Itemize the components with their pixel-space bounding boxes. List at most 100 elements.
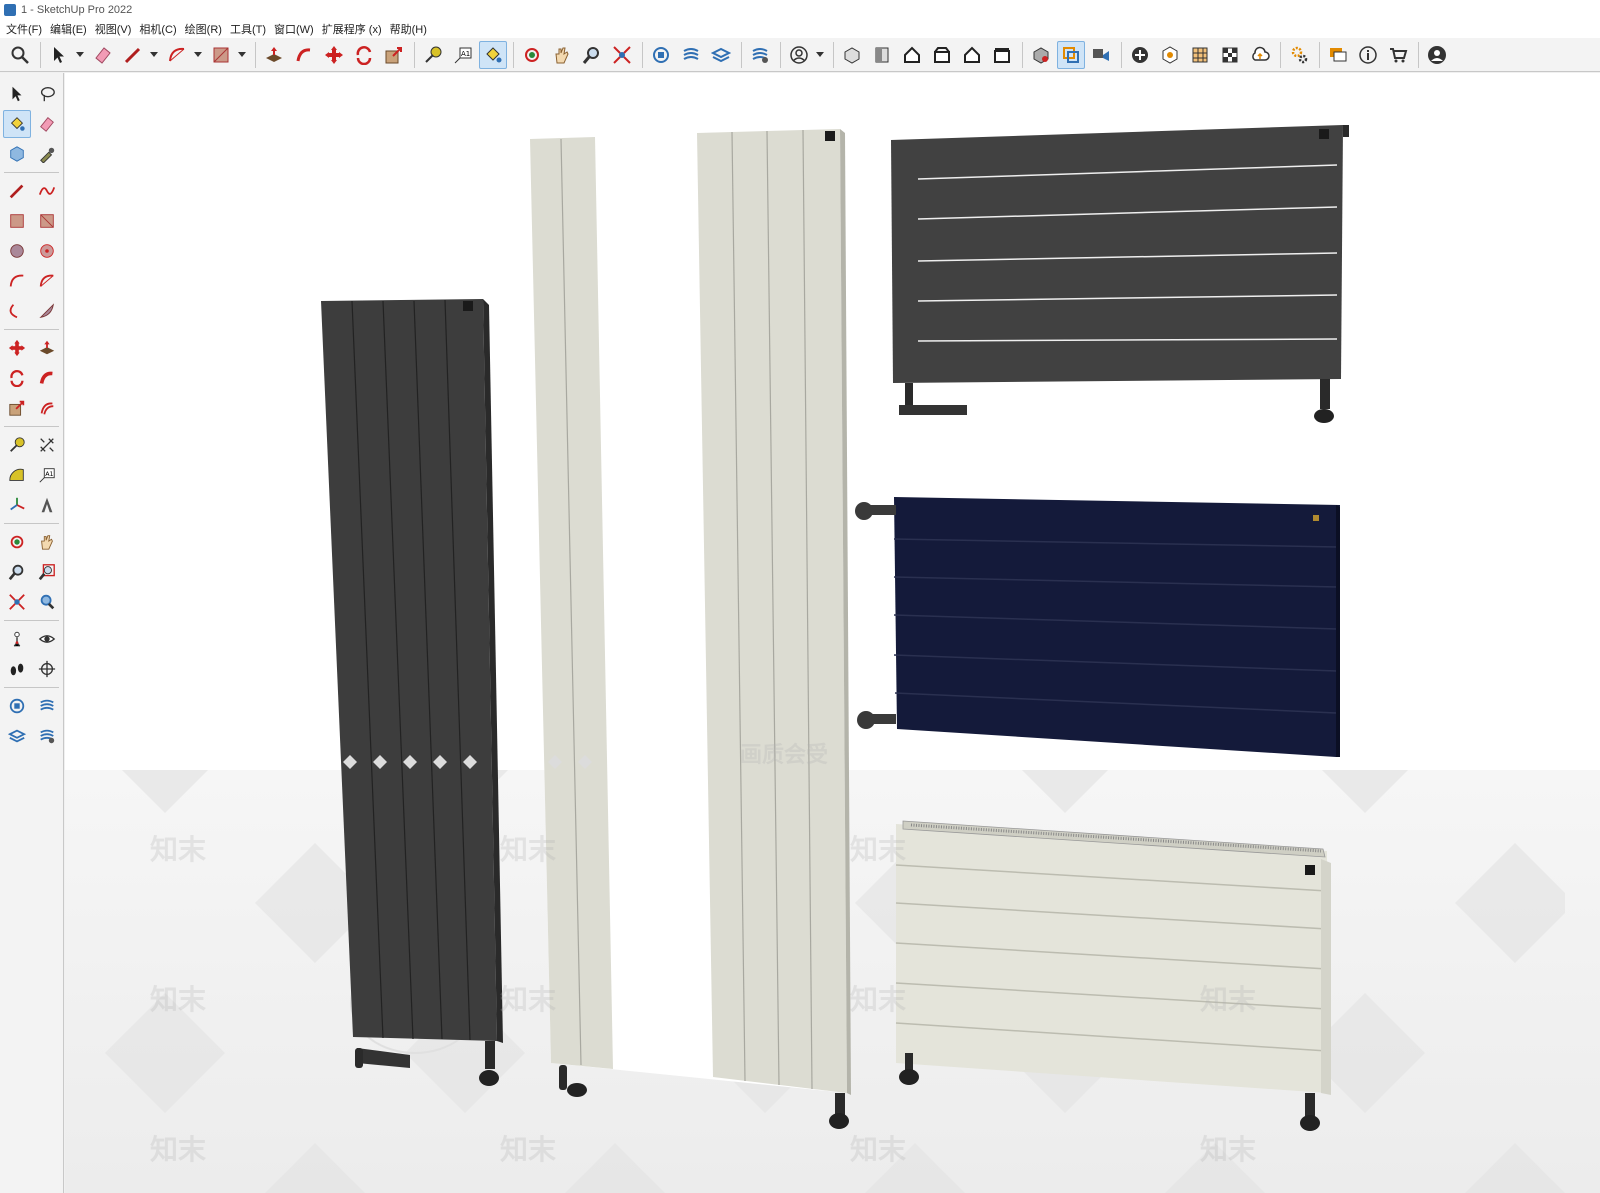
add-location-icon[interactable] bbox=[1126, 41, 1154, 69]
left-view-icon[interactable] bbox=[988, 41, 1016, 69]
scale-icon[interactable] bbox=[3, 394, 31, 422]
orbit-icon[interactable] bbox=[518, 41, 546, 69]
dimension-icon[interactable] bbox=[33, 431, 61, 459]
cart-icon[interactable] bbox=[1384, 41, 1412, 69]
outer-shell-icon[interactable] bbox=[1057, 40, 1085, 69]
orbit-icon[interactable] bbox=[3, 528, 31, 556]
pan-icon[interactable] bbox=[548, 41, 576, 69]
warehouse-icon[interactable] bbox=[3, 692, 31, 720]
texture-icon[interactable] bbox=[1186, 41, 1214, 69]
offset-icon[interactable] bbox=[33, 394, 61, 422]
follow-me-icon[interactable] bbox=[33, 364, 61, 392]
comment-icon[interactable] bbox=[1324, 41, 1352, 69]
top-view-icon[interactable] bbox=[868, 41, 896, 69]
menu-edit[interactable]: 编辑(E) bbox=[48, 21, 93, 37]
chevron-down-icon[interactable] bbox=[193, 41, 203, 69]
iso-view-icon[interactable] bbox=[838, 41, 866, 69]
info-icon[interactable] bbox=[1354, 41, 1382, 69]
push-pull-icon[interactable] bbox=[260, 41, 288, 69]
scale-icon[interactable] bbox=[380, 41, 408, 69]
menu-camera[interactable]: 相机(C) bbox=[137, 21, 182, 37]
pie-icon[interactable] bbox=[33, 297, 61, 325]
right-view-icon[interactable] bbox=[928, 41, 956, 69]
checker-icon[interactable] bbox=[1216, 41, 1244, 69]
tape-measure-icon[interactable] bbox=[419, 41, 447, 69]
radiator-horizontal-grey[interactable] bbox=[891, 125, 1349, 423]
lasso-icon[interactable] bbox=[33, 80, 61, 108]
solid-tools-icon[interactable] bbox=[1027, 41, 1055, 69]
pan-icon[interactable] bbox=[33, 528, 61, 556]
three-point-arc-icon[interactable] bbox=[3, 297, 31, 325]
arc-icon[interactable] bbox=[163, 41, 191, 69]
menu-extensions[interactable]: 扩展程序 (x) bbox=[320, 21, 388, 37]
menu-help[interactable]: 帮助(H) bbox=[388, 21, 433, 37]
walk-icon[interactable] bbox=[3, 655, 31, 683]
zoom-icon[interactable] bbox=[578, 41, 606, 69]
text-icon[interactable]: A1 bbox=[33, 461, 61, 489]
arc-icon[interactable] bbox=[3, 267, 31, 295]
select-icon[interactable] bbox=[3, 80, 31, 108]
section-plane-icon[interactable] bbox=[33, 655, 61, 683]
cloud-icon[interactable] bbox=[1246, 41, 1274, 69]
position-camera-icon[interactable] bbox=[3, 625, 31, 653]
account-icon[interactable] bbox=[1423, 41, 1451, 69]
menu-file[interactable]: 文件(F) bbox=[4, 21, 48, 37]
intersect-icon[interactable] bbox=[1087, 41, 1115, 69]
menu-tools[interactable]: 工具(T) bbox=[228, 21, 272, 37]
style-builder-icon[interactable] bbox=[33, 722, 61, 750]
tape-measure-icon[interactable] bbox=[3, 431, 31, 459]
radiator-horizontal-navy[interactable] bbox=[855, 497, 1340, 757]
rotate-icon[interactable] bbox=[3, 364, 31, 392]
move-icon[interactable] bbox=[3, 334, 31, 362]
rotate-icon[interactable] bbox=[350, 41, 378, 69]
chevron-down-icon[interactable] bbox=[815, 41, 825, 69]
axes-icon[interactable] bbox=[3, 491, 31, 519]
paint-bucket-icon[interactable] bbox=[3, 110, 31, 138]
style-builder-icon[interactable] bbox=[746, 41, 774, 69]
chevron-down-icon[interactable] bbox=[237, 41, 247, 69]
extension-warehouse-icon[interactable] bbox=[677, 41, 705, 69]
user-icon[interactable] bbox=[785, 41, 813, 69]
layout-icon[interactable] bbox=[707, 41, 735, 69]
pencil-icon[interactable] bbox=[3, 177, 31, 205]
paint-bucket-icon[interactable] bbox=[479, 40, 507, 69]
eraser-icon[interactable] bbox=[33, 110, 61, 138]
rotated-rectangle-icon[interactable] bbox=[33, 207, 61, 235]
text-icon[interactable]: A1 bbox=[449, 41, 477, 69]
push-pull-icon[interactable] bbox=[33, 334, 61, 362]
circle-icon[interactable] bbox=[3, 237, 31, 265]
follow-me-icon[interactable] bbox=[290, 41, 318, 69]
warehouse-icon[interactable] bbox=[647, 41, 675, 69]
select-icon[interactable] bbox=[45, 41, 73, 69]
rectangle-icon[interactable] bbox=[3, 207, 31, 235]
zoom-window-icon[interactable] bbox=[33, 558, 61, 586]
menu-view[interactable]: 视图(V) bbox=[93, 21, 138, 37]
menu-draw[interactable]: 绘图(R) bbox=[183, 21, 228, 37]
3d-text-icon[interactable] bbox=[33, 491, 61, 519]
component-icon[interactable] bbox=[3, 140, 31, 168]
model-viewport[interactable]: 知末 知末 知末 知末 知末 知末 知末 知末 知末 知末 知末 画质会受 bbox=[65, 73, 1600, 1193]
zoom-extents-icon[interactable] bbox=[608, 41, 636, 69]
zoom-icon[interactable] bbox=[3, 558, 31, 586]
chevron-down-icon[interactable] bbox=[149, 41, 159, 69]
extension-warehouse-icon[interactable] bbox=[33, 692, 61, 720]
search-icon[interactable] bbox=[6, 41, 34, 69]
menu-window[interactable]: 窗口(W) bbox=[272, 21, 320, 37]
eraser-icon[interactable] bbox=[89, 41, 117, 69]
move-icon[interactable] bbox=[320, 41, 348, 69]
sandbox-icon[interactable] bbox=[1156, 41, 1184, 69]
chevron-down-icon[interactable] bbox=[75, 41, 85, 69]
layout-icon[interactable] bbox=[3, 722, 31, 750]
pencil-icon[interactable] bbox=[119, 41, 147, 69]
previous-view-icon[interactable] bbox=[33, 588, 61, 616]
radiator-vertical-light[interactable] bbox=[530, 129, 851, 1129]
rectangle-icon[interactable] bbox=[207, 41, 235, 69]
protractor-icon[interactable] bbox=[3, 461, 31, 489]
back-view-icon[interactable] bbox=[958, 41, 986, 69]
freehand-icon[interactable] bbox=[33, 177, 61, 205]
settings-icon[interactable] bbox=[1285, 41, 1313, 69]
two-point-arc-icon[interactable] bbox=[33, 267, 61, 295]
zoom-extents-icon[interactable] bbox=[3, 588, 31, 616]
front-view-icon[interactable] bbox=[898, 41, 926, 69]
eyedropper-icon[interactable] bbox=[33, 140, 61, 168]
